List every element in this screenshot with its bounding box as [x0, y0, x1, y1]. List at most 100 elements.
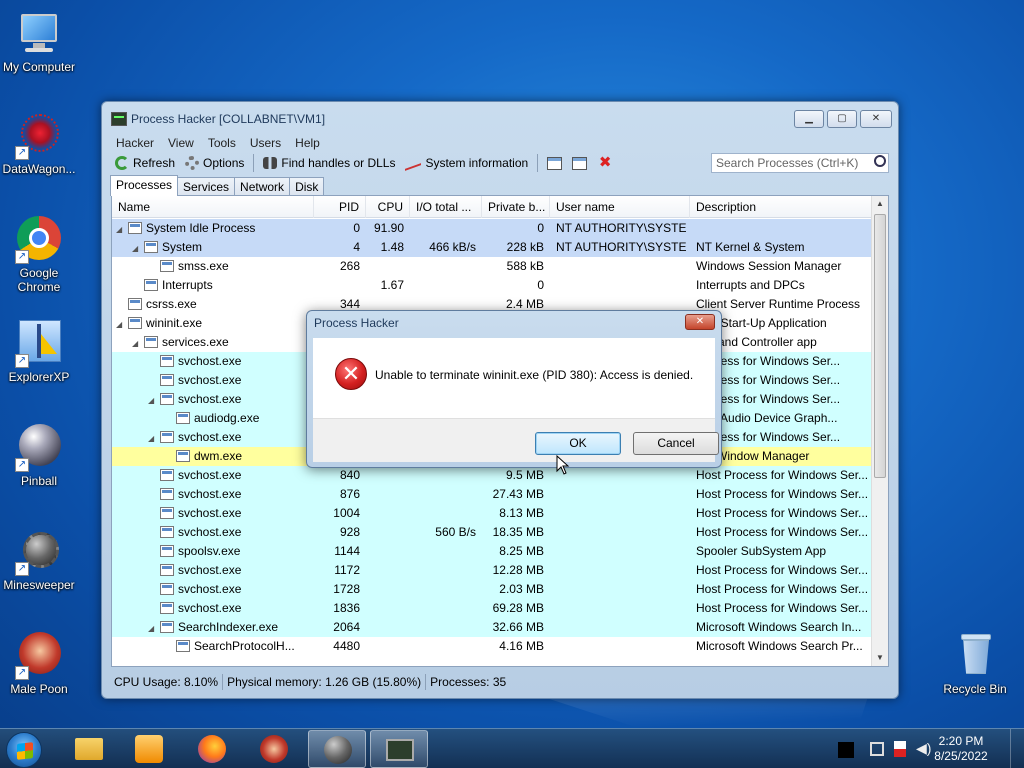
options-label: Options	[203, 156, 245, 170]
desktop-icon-pinball[interactable]: ↗ Pinball	[0, 424, 78, 488]
table-row[interactable]: svchost.exe 1836 69.28 MB Host Process for …	[112, 599, 872, 618]
desktop-icon-google-chrome[interactable]: ↗ Google Chrome	[0, 216, 78, 294]
column-name[interactable]: Name	[112, 196, 314, 218]
process-pid-cell	[314, 276, 360, 295]
process-priv-cell: 69.28 MB	[492, 601, 544, 615]
tree-expander-icon[interactable]: ◢	[148, 391, 160, 409]
desktop-icon-male-poon[interactable]: ↗ Male Poon	[0, 632, 78, 696]
menu-bar: Hacker View Tools Users Help	[110, 134, 890, 152]
desktop-icon-minesweeper[interactable]: ↗ Minesweeper	[0, 528, 78, 592]
table-row[interactable]: Interrupts 1.67 0 Interrupts and DPCs	[112, 276, 872, 295]
tray-black-square-icon[interactable]	[838, 742, 854, 758]
process-name-cell: ◢ SearchIndexer.exe	[148, 618, 312, 637]
process-pid-cell: 4	[353, 240, 360, 254]
vertical-scrollbar[interactable]: ▲ ▼	[871, 196, 888, 666]
taskbar-process-hacker[interactable]	[370, 730, 428, 768]
explorerxp-icon: ↗	[15, 320, 63, 368]
table-row[interactable]: SearchProtocolH... 4480 4.16 MB Microsoft W…	[112, 637, 872, 656]
process-desc-cell: Client Server Runtime Process	[696, 297, 861, 311]
column-pid[interactable]: PID	[314, 196, 366, 218]
table-row[interactable]: spoolsv.exe 1144 8.25 MB Spooler SubSystem …	[112, 542, 872, 561]
tree-expander-icon[interactable]: ◢	[148, 429, 160, 447]
column-cpu[interactable]: CPU	[366, 196, 410, 218]
table-row[interactable]: svchost.exe 1172 12.28 MB Host Process for …	[112, 561, 872, 580]
process-user-cell	[556, 466, 686, 485]
desktop-icon-label: Minesweeper	[3, 578, 75, 592]
shortcut-arrow-icon: ↗	[15, 562, 29, 576]
scroll-down-arrow[interactable]: ▼	[872, 650, 888, 666]
tree-expander-icon[interactable]: ◢	[116, 315, 128, 333]
table-row[interactable]: svchost.exe 1728 2.03 MB Host Process for W…	[112, 580, 872, 599]
tree-expander-icon[interactable]: ◢	[132, 334, 144, 352]
terminate-button[interactable]: ✖	[592, 153, 618, 173]
desktop-icon-explorerxp[interactable]: ↗ ExplorerXP	[0, 320, 78, 384]
minimize-button[interactable]: ▁	[794, 110, 824, 128]
menu-help[interactable]: Help	[295, 134, 320, 152]
column-user-name[interactable]: User name	[550, 196, 690, 218]
window-titlebar[interactable]: Process Hacker [COLLABNET\VM1] ▁ ▢ ✕	[102, 102, 898, 134]
show-desktop-button[interactable]	[1010, 729, 1024, 768]
clock[interactable]: 2:20 PM 8/25/2022	[926, 734, 996, 764]
taskbar-minesweeper[interactable]	[308, 730, 366, 768]
close-button[interactable]: ✕	[860, 110, 892, 128]
scroll-up-arrow[interactable]: ▲	[872, 196, 888, 212]
taskbar-explorer[interactable]	[60, 730, 118, 768]
table-row[interactable]: smss.exe 268 588 kB Windows Session Manager	[112, 257, 872, 276]
table-row[interactable]: svchost.exe 1004 8.13 MB Host Process for W…	[112, 504, 872, 523]
desktop-icon-my-computer[interactable]: My Computer	[0, 10, 78, 74]
menu-view[interactable]: View	[168, 134, 194, 152]
find-handles-button[interactable]: Find handles or DLLs	[258, 153, 400, 173]
table-row[interactable]: ◢ SearchIndexer.exe 2064 32.66 MB Microsoft …	[112, 618, 872, 637]
process-cpu-cell	[366, 580, 404, 599]
system-information-label: System information	[425, 156, 529, 170]
process-name-cell: ◢ System	[132, 238, 312, 257]
column-io-total[interactable]: I/O total ...	[410, 196, 482, 218]
search-input[interactable]: Search Processes (Ctrl+K)	[711, 153, 889, 173]
show-window-button[interactable]	[542, 153, 567, 173]
tab-services[interactable]: Services	[177, 177, 236, 196]
table-row[interactable]: svchost.exe 840 9.5 MB Host Process for Win…	[112, 466, 872, 485]
taskbar-media-player[interactable]	[120, 730, 178, 768]
maximize-button[interactable]: ▢	[827, 110, 857, 128]
process-desc-cell: Process for Windows Ser...	[696, 392, 841, 406]
toolbar-separator	[537, 154, 539, 172]
process-icon	[160, 583, 174, 595]
scroll-thumb[interactable]	[874, 214, 886, 478]
tab-network[interactable]: Network	[234, 177, 291, 196]
process-priv-cell: 12.28 MB	[492, 563, 544, 577]
dialog-close-button[interactable]: ✕	[685, 314, 715, 330]
menu-tools[interactable]: Tools	[208, 134, 236, 152]
process-name: svchost.exe	[178, 525, 242, 539]
dialog-message: Unable to terminate wininit.exe (PID 380…	[375, 368, 694, 382]
process-name-cell: ◢ services.exe	[132, 333, 312, 352]
column-private-bytes[interactable]: Private b...	[482, 196, 550, 218]
tree-expander-icon[interactable]: ◢	[132, 239, 144, 257]
network-icon[interactable]	[870, 742, 884, 756]
taskbar-male-poon[interactable]	[245, 730, 303, 768]
desktop-icon-datawagon[interactable]: ↗ DataWagon...	[0, 112, 78, 176]
search-icon[interactable]	[874, 155, 886, 167]
go-to-window-button[interactable]	[567, 153, 592, 173]
process-name-cell: dwm.exe	[164, 447, 312, 466]
ok-button[interactable]: OK	[535, 432, 621, 455]
system-information-button[interactable]: System information	[400, 153, 533, 173]
table-row[interactable]: ◢ System Idle Process 0 91.90 0 NT AUTHORITY\…	[112, 219, 872, 238]
tree-expander-icon[interactable]: ◢	[148, 619, 160, 637]
taskbar-firefox[interactable]	[183, 730, 241, 768]
tab-processes[interactable]: Processes	[110, 175, 179, 196]
start-button[interactable]	[6, 732, 42, 768]
tree-expander-icon[interactable]: ◢	[116, 220, 128, 238]
refresh-button[interactable]: Refresh	[110, 153, 180, 173]
menu-users[interactable]: Users	[250, 134, 281, 152]
table-row[interactable]: svchost.exe 928 560 B/s 18.35 MB Host Proces…	[112, 523, 872, 542]
process-user-cell	[556, 618, 686, 637]
cancel-button[interactable]: Cancel	[633, 432, 719, 455]
column-description[interactable]: Description	[690, 196, 872, 218]
action-center-flag-icon[interactable]	[894, 741, 906, 757]
table-row[interactable]: ◢ System 4 1.48 466 kB/s 228 kB NT AUTHORITY\S…	[112, 238, 872, 257]
options-button[interactable]: Options	[180, 153, 249, 173]
menu-hacker[interactable]: Hacker	[116, 134, 154, 152]
table-row[interactable]: svchost.exe 876 27.43 MB Host Process for W…	[112, 485, 872, 504]
tab-disk[interactable]: Disk	[289, 177, 325, 196]
desktop-icon-recycle-bin[interactable]: Recycle Bin	[936, 632, 1014, 696]
